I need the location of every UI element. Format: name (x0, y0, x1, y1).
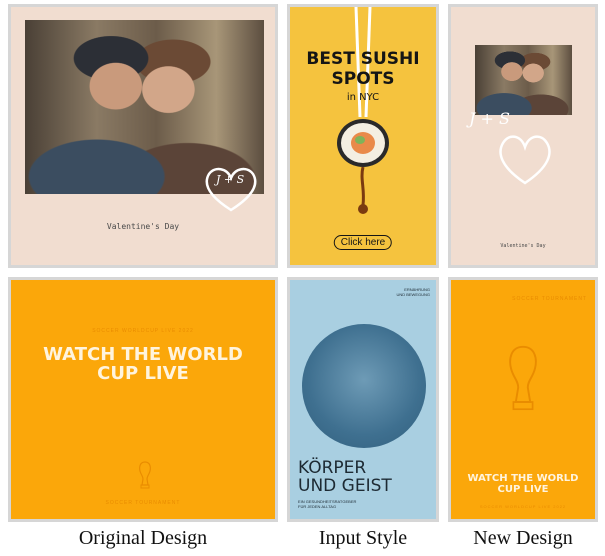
original-valentine-card: J + S Valentine's Day (8, 4, 278, 268)
worldcup-tagline: SOCCER WORLDCUP LIVE 2022 (479, 504, 567, 509)
sushi-poster-card: BEST SUSHI SPOTS in NYC Click here (287, 4, 439, 268)
worldcup-header: SOCCER TOURNAMENT (512, 296, 587, 302)
heart-icon (499, 135, 551, 185)
koerper-geist-poster-card: ERNÄHRUNG UND BEWEGUNG KÖRPER UND GEIST … (287, 277, 439, 522)
geist-title-line2: UND GEIST (298, 475, 392, 496)
geist-top-line2: UND BEWEGUNG (396, 292, 430, 297)
new-worldcup-card: SOCCER TOURNAMENT WATCH THE WORLD CUP LI… (448, 277, 598, 522)
label-input-style: Input Style (318, 527, 408, 549)
valentine-caption: Valentine's Day (106, 222, 180, 231)
valentine-caption: Valentine's Day (500, 243, 546, 249)
heart-icon (205, 167, 257, 212)
original-worldcup-card: SOCCER WORLDCUP LIVE 2022 WATCH THE WORL… (8, 277, 278, 522)
worldcup-title-line2: CUP LIVE (97, 363, 189, 384)
worldcup-tagline: SOCCER WORLDCUP LIVE 2022 (92, 328, 194, 334)
worldcup-title-line1: WATCH THE WORLD (43, 344, 243, 365)
label-original-design: Original Design (78, 527, 208, 549)
geist-circle-image (302, 324, 426, 448)
worldcup-title-line1: WATCH THE WORLD (467, 473, 579, 484)
geist-sub-line2: FÜR JEDEN ALLTAG (298, 504, 337, 509)
couple-photo (475, 45, 572, 115)
initials-text: J + S (469, 109, 510, 128)
label-new-design: New Design (473, 527, 573, 549)
geist-title: KÖRPER UND GEIST (298, 459, 392, 496)
sushi-roll-icon (337, 119, 389, 214)
trophy-icon (509, 345, 537, 411)
sushi-title-line1: BEST SUSHI (306, 49, 420, 69)
sushi-title-line3: in NYC (346, 92, 380, 103)
new-valentine-card: J + S Valentine's Day (448, 4, 598, 268)
sushi-title-line2: SPOTS (331, 69, 395, 89)
trophy-icon (139, 461, 151, 489)
worldcup-footer: SOCCER TOURNAMENT (105, 500, 181, 506)
click-here-button[interactable]: Click here (333, 235, 393, 250)
worldcup-title-line2: CUP LIVE (497, 484, 549, 495)
initials-text: J + S (216, 173, 245, 186)
